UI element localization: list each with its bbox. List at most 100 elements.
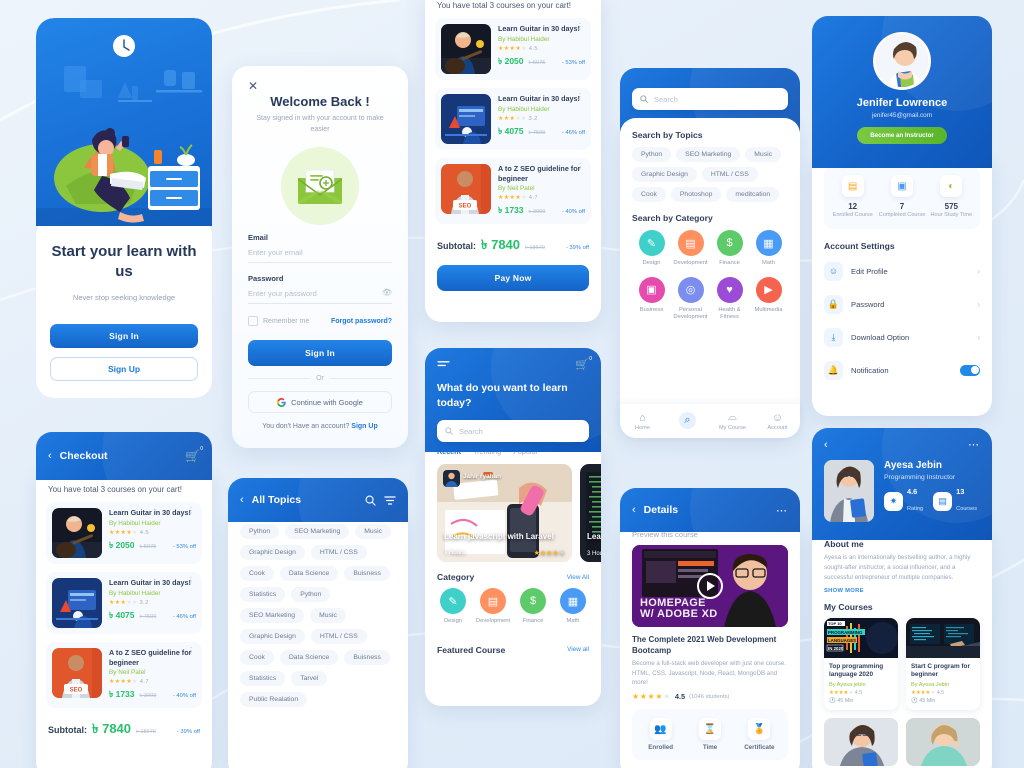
remember-me-checkbox[interactable]: Remember me xyxy=(248,316,309,326)
course-card[interactable]: Start C program for beginner By Ayesa Je… xyxy=(906,617,980,711)
course-card[interactable]: Learn Laravel 3 Hours xyxy=(580,464,601,562)
table-row[interactable]: SEO A to Z SEO guideline for begineer By… xyxy=(46,642,202,709)
email-field[interactable]: Enter your email xyxy=(248,245,392,263)
course-thumbnail[interactable] xyxy=(824,718,898,767)
cart-icon[interactable]: 🛒 0 xyxy=(185,446,203,463)
topic-chip[interactable]: SEO Marketing xyxy=(240,608,305,623)
more-icon[interactable]: ⋮ xyxy=(187,507,195,515)
topic-chip[interactable]: HTML / CSS xyxy=(310,629,367,644)
course-card[interactable]: TOP 10 PROGRAMMING LANGUAGES IN 2020 Top pr… xyxy=(824,617,898,711)
more-icon[interactable]: ⋮ xyxy=(187,577,195,585)
topic-chip[interactable]: Statistics xyxy=(240,587,286,602)
topic-chip[interactable]: Data Science xyxy=(279,566,339,581)
category-item[interactable]: ♥ Health & Fitness xyxy=(710,276,749,322)
category-item[interactable]: ▦ Math xyxy=(749,230,788,268)
table-row[interactable]: Learn Guitar in 30 days! By Habibul Haid… xyxy=(46,502,202,564)
topic-chip[interactable]: Python xyxy=(291,587,331,602)
featured-view-all[interactable]: View all xyxy=(567,646,589,653)
topic-chip[interactable]: Cook xyxy=(240,566,274,581)
forgot-password-link[interactable]: Forgot password? xyxy=(331,318,392,325)
notification-toggle[interactable] xyxy=(960,364,980,376)
more-icon[interactable]: ⋮ xyxy=(576,163,584,171)
category-item[interactable]: ▶ Multimedia xyxy=(749,276,788,322)
topic-chip[interactable]: SEO Marketing xyxy=(285,524,350,539)
topic-chip[interactable]: HTML / CSS xyxy=(310,545,367,560)
category-item[interactable]: ✎ Design xyxy=(433,588,473,626)
topic-chip[interactable]: Music xyxy=(310,608,346,623)
more-icon[interactable]: ⋯ xyxy=(776,504,788,517)
topic-chip[interactable]: Music xyxy=(355,524,392,539)
sidebar-item-edit-profile[interactable]: ☺ Edit Profile › xyxy=(824,255,980,288)
back-icon[interactable]: ‹ xyxy=(824,439,828,451)
topic-chip[interactable]: Public Realation xyxy=(240,692,308,707)
close-icon[interactable]: ✕ xyxy=(248,80,392,92)
topic-chip[interactable]: Graphic Design xyxy=(240,629,305,644)
category-view-all[interactable]: View All xyxy=(567,574,589,581)
signup-link[interactable]: Sign Up xyxy=(351,423,377,430)
search-input[interactable]: Search xyxy=(437,420,589,443)
category-item[interactable]: $ Finance xyxy=(513,588,553,626)
topic-chip[interactable]: Python xyxy=(240,524,280,539)
course-carousel[interactable]: Learn javascript with Laravel 7 Hours ★★… xyxy=(425,464,601,562)
topic-chip[interactable]: Tarvel xyxy=(291,671,328,686)
category-item[interactable]: ▤ Development xyxy=(473,588,513,626)
show-more-link[interactable]: SHOW MORE xyxy=(824,588,980,594)
more-icon[interactable]: ⋯ xyxy=(968,438,980,451)
category-item[interactable]: ◎ Personal Development xyxy=(671,276,710,322)
filter-icon[interactable] xyxy=(384,495,396,506)
more-icon[interactable]: ⋮ xyxy=(576,23,584,31)
sidebar-item-notification[interactable]: 🔔 Notification xyxy=(824,354,980,387)
login-submit-button[interactable]: Sign In xyxy=(248,340,392,366)
cart-icon[interactable]: 🛒 0 xyxy=(575,356,592,371)
search-icon[interactable] xyxy=(365,495,376,506)
more-icon[interactable]: ⋮ xyxy=(187,647,195,655)
category-item[interactable]: $ Finance xyxy=(710,230,749,268)
menu-icon[interactable] xyxy=(437,360,450,369)
topic-chip[interactable]: Graphic Design xyxy=(240,545,305,560)
sidebar-item-download-option[interactable]: ⤓ Download Option › xyxy=(824,321,980,354)
topic-chip[interactable]: Cook xyxy=(240,650,274,665)
topic-chip[interactable]: HTML / CSS xyxy=(701,167,758,182)
back-icon[interactable]: ‹ xyxy=(240,494,244,506)
sidebar-item-my-course[interactable]: ⌓ My Course xyxy=(710,411,755,431)
course-card[interactable]: Learn javascript with Laravel 7 Hours ★★… xyxy=(437,464,572,562)
password-field[interactable]: Enter your password 👁 xyxy=(248,286,392,304)
search-input[interactable]: Search xyxy=(632,88,788,110)
topic-chip[interactable]: Cook xyxy=(632,187,666,202)
topic-chip[interactable]: Data Science xyxy=(279,650,339,665)
category-item[interactable]: ▦ Math xyxy=(553,588,593,626)
topic-chip[interactable]: SEO Marketing xyxy=(676,147,741,162)
topic-chip[interactable]: Python xyxy=(632,147,672,162)
signup-button[interactable]: Sign Up xyxy=(50,356,198,381)
sidebar-item-home[interactable]: ⌂ Home xyxy=(620,412,665,431)
sidebar-item-search[interactable]: ⌕ xyxy=(665,412,710,430)
category-item[interactable]: ▣ Business xyxy=(632,276,671,322)
topic-chip[interactable]: Graphic Design xyxy=(632,167,697,182)
google-signin-button[interactable]: Continue with Google xyxy=(248,391,392,413)
course-thumbnail[interactable] xyxy=(906,718,980,767)
pay-now-button[interactable]: Pay Now xyxy=(437,265,589,292)
eye-icon[interactable]: 👁 xyxy=(382,288,392,297)
topic-chip[interactable]: Statistics xyxy=(240,671,286,686)
become-instructor-button[interactable]: Become an Instructor xyxy=(857,127,947,144)
play-icon[interactable] xyxy=(697,573,723,599)
table-row[interactable]: Learn Guitar in 30 days! By Habibul Haid… xyxy=(435,88,591,150)
topic-chip[interactable]: Photoshop xyxy=(670,187,722,202)
back-icon[interactable]: ‹ xyxy=(48,450,52,462)
back-icon[interactable]: ‹ xyxy=(632,504,636,516)
category-item[interactable]: ▤ Development xyxy=(671,230,710,268)
table-row[interactable]: Learn Guitar in 30 days! By Habibul Haid… xyxy=(435,18,591,80)
category-item[interactable]: ✎ Design xyxy=(632,230,671,268)
sidebar-item-password[interactable]: 🔒 Password › xyxy=(824,288,980,321)
topic-chip[interactable]: meditcation xyxy=(726,187,780,202)
sidebar-item-account[interactable]: ☺ Account xyxy=(755,412,800,431)
topic-chip[interactable]: Buisness xyxy=(344,566,390,581)
table-row[interactable]: SEO A to Z SEO guideline for begineer By… xyxy=(435,158,591,225)
table-row[interactable]: Learn Guitar in 30 days! By Habibul Haid… xyxy=(46,572,202,634)
signin-button[interactable]: Sign In xyxy=(50,323,198,348)
topic-chip[interactable]: Buisness xyxy=(344,650,390,665)
more-icon[interactable]: ⋮ xyxy=(576,93,584,101)
checkbox-icon[interactable] xyxy=(248,316,258,326)
topic-chip[interactable]: Music xyxy=(745,147,782,162)
course-preview-video[interactable]: HOMEPAGE W/ ADOBE XD xyxy=(632,545,788,627)
